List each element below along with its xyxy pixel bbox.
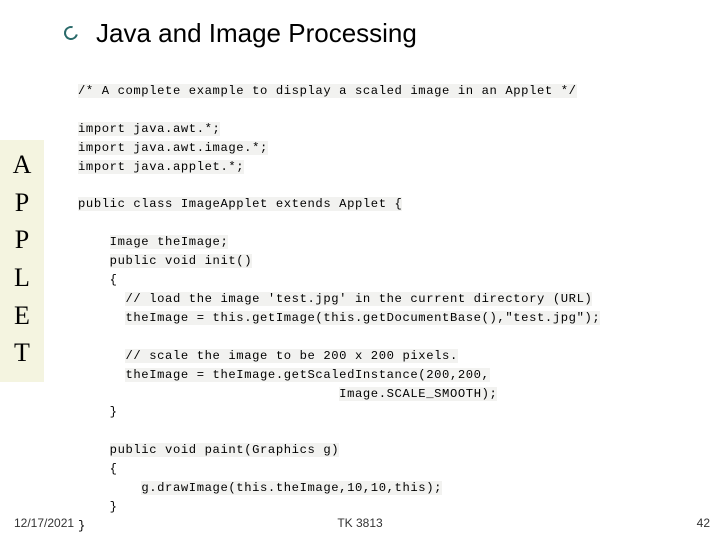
code-line: public void init(): [110, 254, 252, 268]
code-line: }: [110, 500, 118, 514]
sidebar-letter: E: [0, 297, 44, 335]
code-line: public class ImageApplet extends Applet …: [78, 197, 402, 211]
sidebar-letter: T: [0, 334, 44, 372]
sidebar-letter: P: [0, 221, 44, 259]
code-line: import java.awt.image.*;: [78, 141, 268, 155]
code-line: }: [78, 519, 86, 533]
code-line: }: [110, 405, 118, 419]
footer-date: 12/17/2021: [14, 516, 74, 530]
slide-title: Java and Image Processing: [96, 18, 417, 49]
code-line: theImage = this.getImage(this.getDocumen…: [125, 311, 600, 325]
sidebar-letter: L: [0, 259, 44, 297]
sidebar-applet-label: A P P L E T: [0, 140, 44, 382]
code-line: {: [110, 273, 118, 287]
sidebar-letter: A: [0, 146, 44, 184]
code-line: public void paint(Graphics g): [110, 443, 340, 457]
footer-course: TK 3813: [337, 516, 382, 530]
code-line: theImage = theImage.getScaledInstance(20…: [125, 368, 489, 382]
code-line: // scale the image to be 200 x 200 pixel…: [125, 349, 457, 363]
code-listing: /* A complete example to display a scale…: [78, 82, 698, 536]
code-line: import java.applet.*;: [78, 160, 244, 174]
code-line: {: [110, 462, 118, 476]
title-bullet: [61, 23, 80, 42]
code-line: g.drawImage(this.theImage,10,10,this);: [141, 481, 442, 495]
code-line: Image theImage;: [110, 235, 229, 249]
sidebar-letter: P: [0, 184, 44, 222]
code-line: import java.awt.*;: [78, 122, 220, 136]
code-line: /* A complete example to display a scale…: [78, 84, 577, 98]
code-line: // load the image 'test.jpg' in the curr…: [125, 292, 592, 306]
code-line: Image.SCALE_SMOOTH);: [339, 387, 497, 401]
footer-page-number: 42: [697, 516, 710, 530]
